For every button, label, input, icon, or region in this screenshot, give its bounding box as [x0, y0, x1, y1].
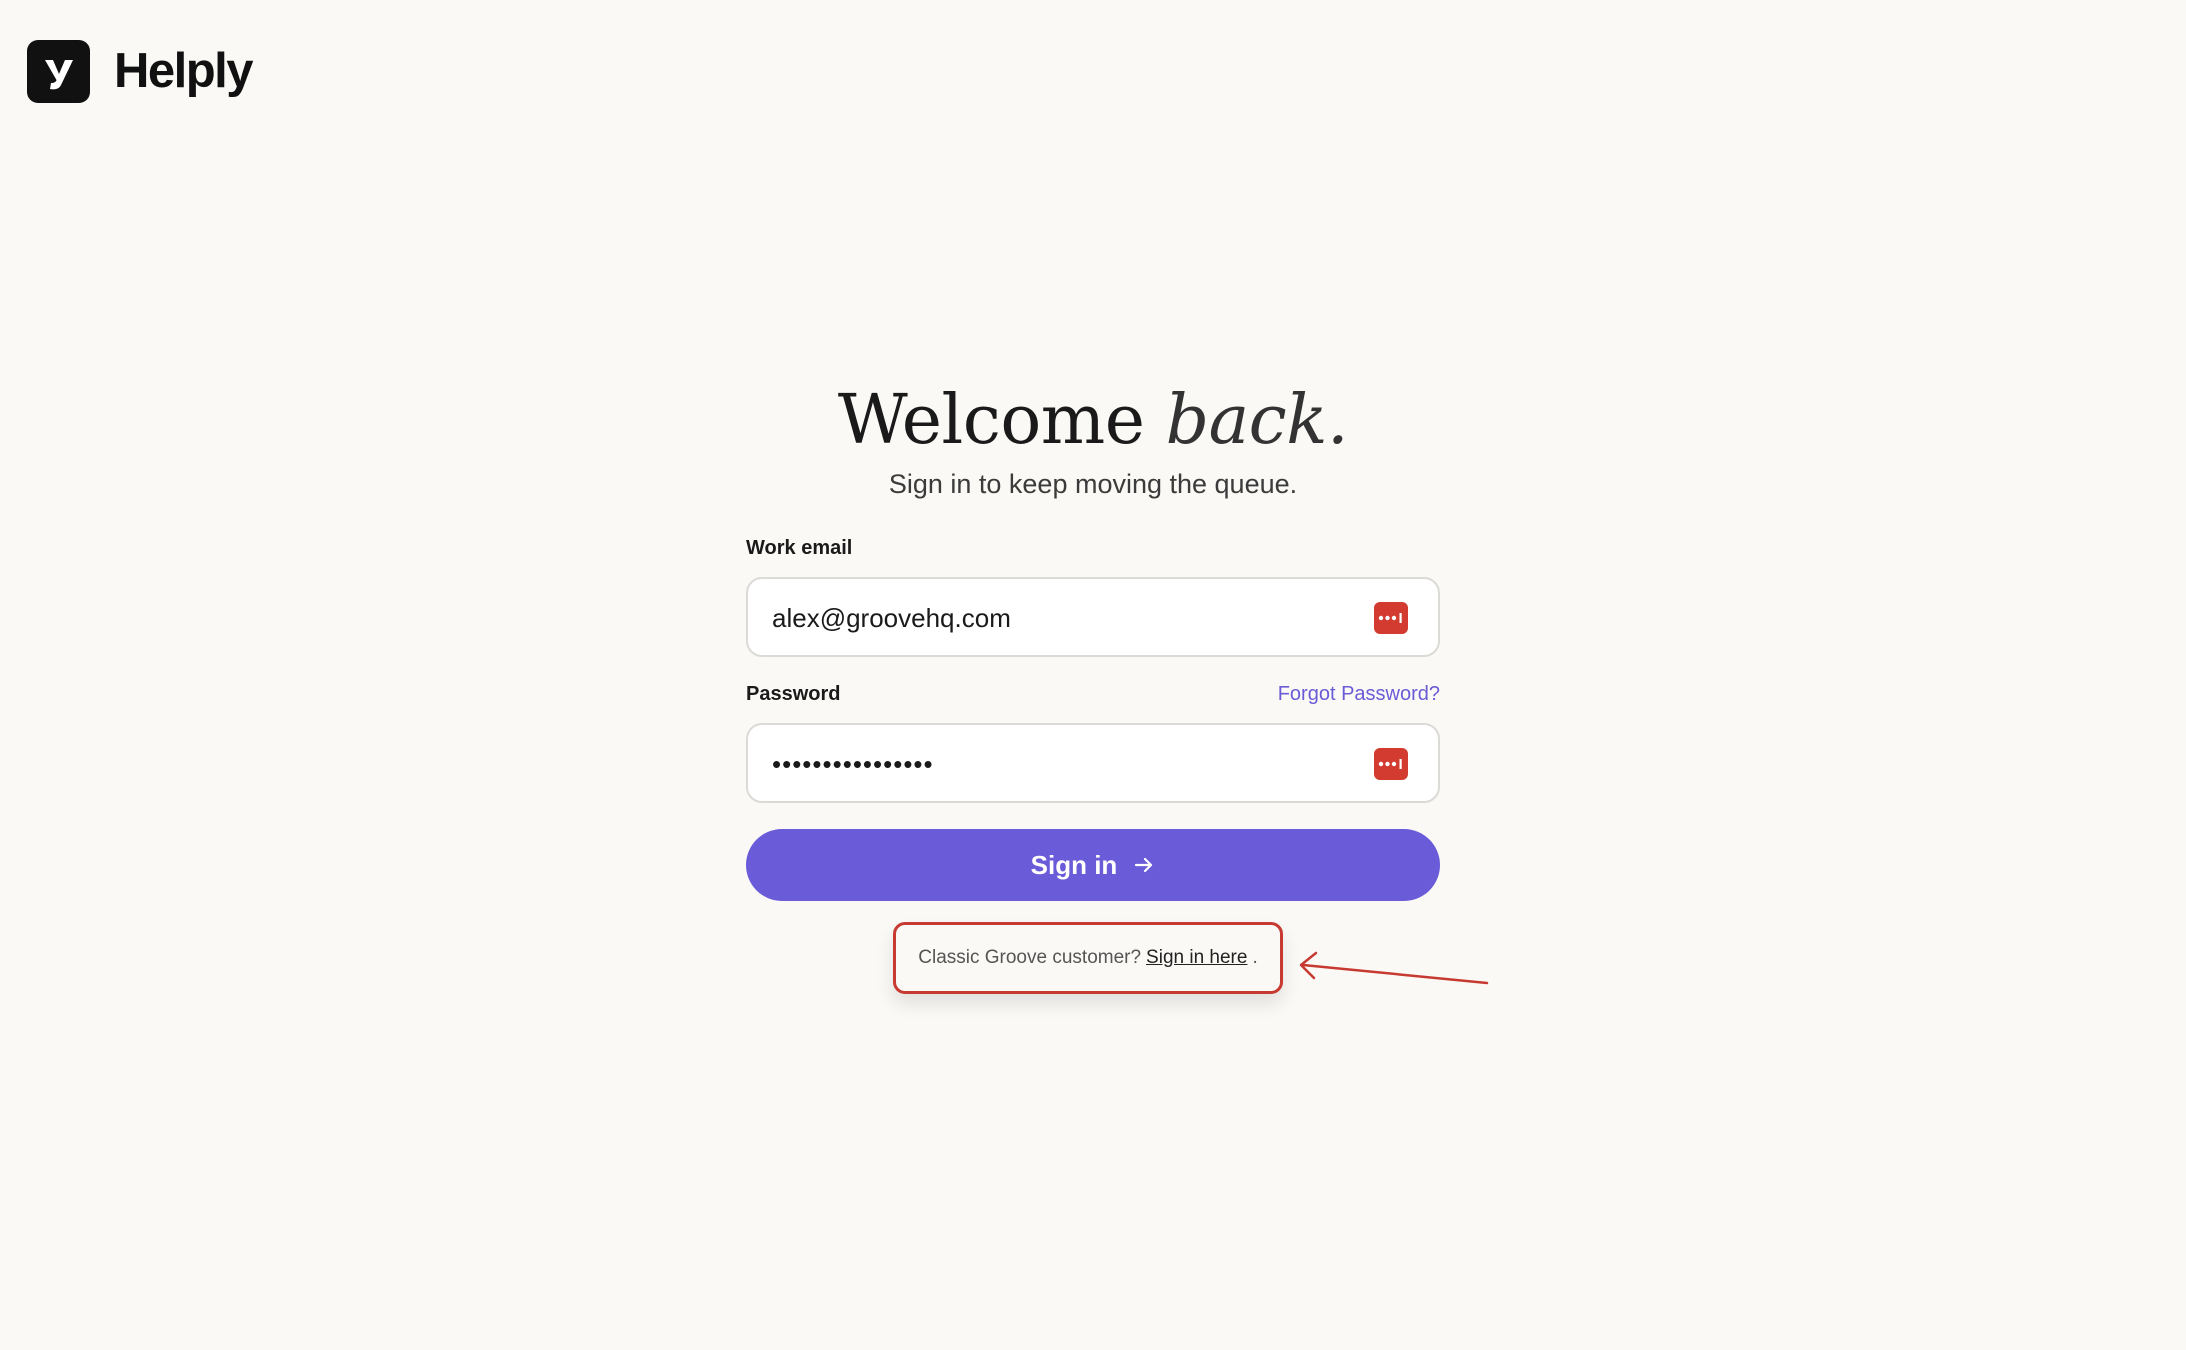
- sign-in-panel: Welcome back. Sign in to keep moving the…: [746, 378, 1440, 901]
- email-label: Work email: [746, 537, 853, 559]
- forgot-password-link[interactable]: Forgot Password?: [1278, 683, 1440, 706]
- password-field[interactable]: [746, 723, 1440, 803]
- classic-sign-in-link[interactable]: Sign in here: [1146, 947, 1247, 969]
- password-input[interactable]: [770, 725, 1334, 803]
- password-label: Password: [746, 683, 841, 705]
- page-title-emphasis: back.: [1165, 381, 1349, 460]
- classic-groove-callout: Classic Groove customer? Sign in here .: [893, 922, 1283, 994]
- password-manager-icon[interactable]: [1374, 748, 1408, 780]
- page-title: Welcome back.: [746, 378, 1440, 464]
- arrow-right-icon: [1133, 854, 1155, 876]
- sign-in-button-label: Sign in: [1030, 849, 1118, 880]
- page-title-main: Welcome: [837, 381, 1145, 460]
- email-field[interactable]: [746, 577, 1440, 657]
- brand-name: Helply: [114, 44, 254, 98]
- email-label-row: Work email: [746, 537, 1440, 565]
- email-input[interactable]: [770, 579, 1334, 657]
- classic-trailing-period: .: [1252, 947, 1258, 968]
- classic-groove-text: Classic Groove customer?: [918, 947, 1142, 968]
- password-manager-icon[interactable]: [1374, 602, 1408, 634]
- helply-logo-icon: [27, 40, 90, 103]
- annotation-arrow-icon: [1299, 951, 1489, 985]
- sign-in-button[interactable]: Sign in: [746, 829, 1440, 901]
- password-label-row: Password Forgot Password?: [746, 683, 1440, 711]
- page-subtitle: Sign in to keep moving the queue.: [888, 469, 1298, 499]
- brand-logo[interactable]: Helply: [27, 40, 254, 103]
